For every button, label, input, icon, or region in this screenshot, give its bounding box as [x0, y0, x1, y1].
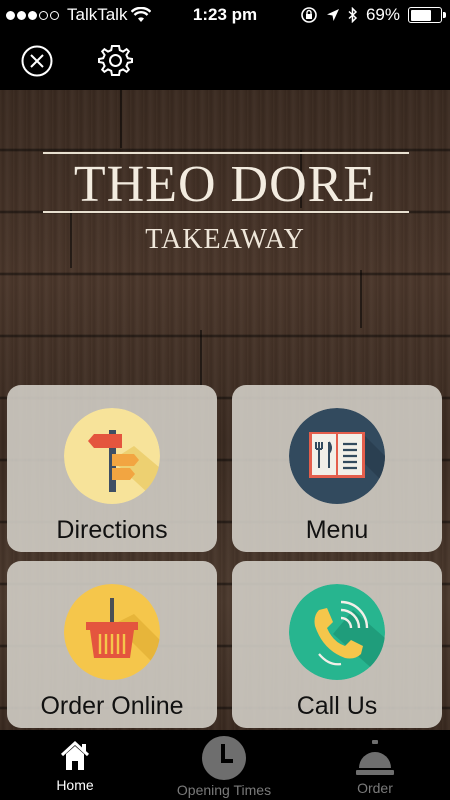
order-online-tile[interactable]: Order Online — [7, 561, 217, 728]
gear-icon — [98, 45, 133, 76]
close-button[interactable] — [17, 41, 57, 81]
call-us-label: Call Us — [296, 692, 378, 720]
signpost-icon — [64, 408, 160, 504]
logo-bottom-rule — [43, 211, 409, 213]
rotation-lock-icon — [301, 7, 317, 23]
battery-percent: 69% — [365, 5, 400, 24]
battery-icon — [408, 7, 446, 23]
phone-icon — [289, 584, 385, 680]
menu-label: Menu — [305, 516, 369, 544]
home-icon — [60, 740, 90, 770]
logo-title: THEO DORE — [73, 156, 377, 213]
tab-opening-times[interactable]: Opening Times — [164, 730, 284, 800]
bluetooth-icon — [348, 7, 358, 23]
close-circle-icon — [21, 45, 53, 77]
location-arrow-icon — [326, 9, 339, 21]
logo-top-rule — [43, 152, 409, 154]
tab-order-label: Order — [357, 780, 393, 796]
tab-opening-times-label: Opening Times — [176, 782, 272, 798]
menu-tile[interactable]: Menu — [232, 385, 442, 552]
status-bar: TalkTalk 1:23 pm 69% — [0, 0, 450, 32]
tab-home-label: Home — [56, 777, 94, 793]
logo-subtitle: TAKEAWAY — [145, 224, 305, 255]
call-us-tile[interactable]: Call Us — [232, 561, 442, 728]
settings-button[interactable] — [96, 41, 136, 81]
menu-book-icon — [289, 408, 385, 504]
order-online-label: Order Online — [40, 692, 184, 720]
tab-order[interactable]: Order — [330, 730, 420, 800]
basket-icon — [64, 584, 160, 680]
directions-tile[interactable]: Directions — [7, 385, 217, 552]
battery-fill — [410, 9, 431, 21]
toolbar — [0, 32, 450, 90]
clock-icon — [202, 736, 246, 780]
tab-bar: Home Opening Times Order — [0, 730, 450, 800]
service-bell-icon — [356, 740, 394, 775]
tab-home[interactable]: Home — [25, 730, 125, 800]
directions-label: Directions — [56, 516, 168, 544]
status-right: 69% — [300, 5, 446, 25]
